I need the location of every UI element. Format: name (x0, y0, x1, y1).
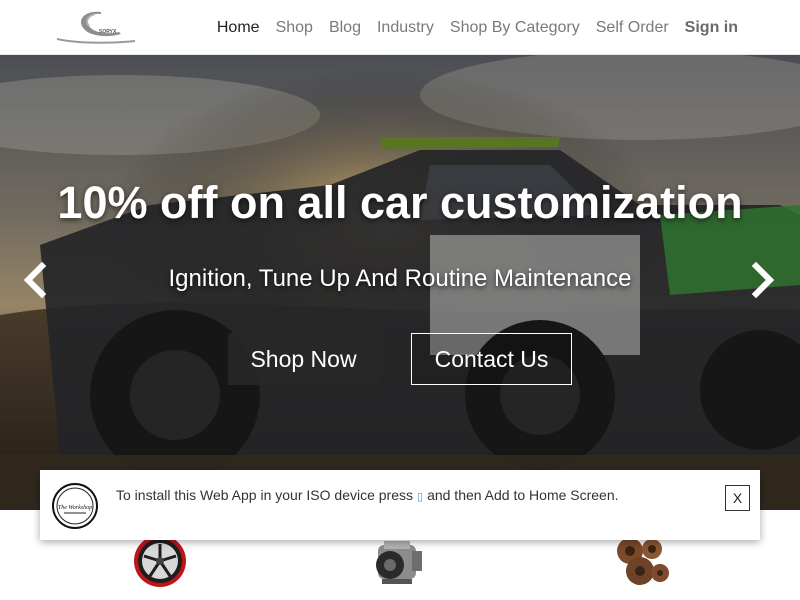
hero-subline: Ignition, Tune Up And Routine Maintenanc… (168, 265, 632, 292)
chevron-right-icon[interactable] (748, 260, 778, 300)
workshop-logo: The Workshop (52, 483, 98, 529)
nav-self-order[interactable]: Self Order (596, 19, 669, 37)
nav-industry[interactable]: Industry (377, 19, 434, 37)
install-text-before: To install this Web App in your ISO devi… (116, 487, 413, 503)
category-gears-image[interactable] (610, 533, 672, 593)
install-text-after: and then Add to Home Screen. (427, 487, 619, 503)
hero-carousel: 10% off on all car customization Ignitio… (0, 55, 800, 510)
hero-headline: 10% off on all car customization (57, 177, 743, 228)
nav-shop-by-category[interactable]: Shop By Category (450, 19, 580, 37)
install-app-banner: The Workshop To install this Web App in … (40, 470, 760, 540)
sign-in-link[interactable]: Sign in (685, 19, 738, 37)
nav-home[interactable]: Home (217, 19, 260, 37)
shop-now-button[interactable]: Shop Now (228, 333, 379, 385)
nav-blog[interactable]: Blog (329, 19, 361, 37)
svg-text:SORYX: SORYX (99, 29, 117, 35)
nav-shop[interactable]: Shop (276, 19, 313, 37)
contact-us-button[interactable]: Contact Us (411, 333, 572, 385)
share-icon: ▯ (417, 491, 424, 503)
close-banner-button[interactable]: X (725, 485, 750, 511)
navbar: SORYX Home Shop Blog Industry Shop By Ca… (0, 0, 800, 55)
category-compressor-image[interactable] (368, 533, 430, 589)
main-nav: Home Shop Blog Industry Shop By Category… (201, 0, 738, 55)
chevron-left-icon[interactable] (20, 260, 50, 300)
category-wheel-image[interactable] (130, 533, 190, 593)
install-instructions: To install this Web App in your ISO devi… (116, 487, 619, 503)
svg-text:The Workshop: The Workshop (58, 505, 92, 511)
brand-logo[interactable]: SORYX (55, 8, 137, 48)
